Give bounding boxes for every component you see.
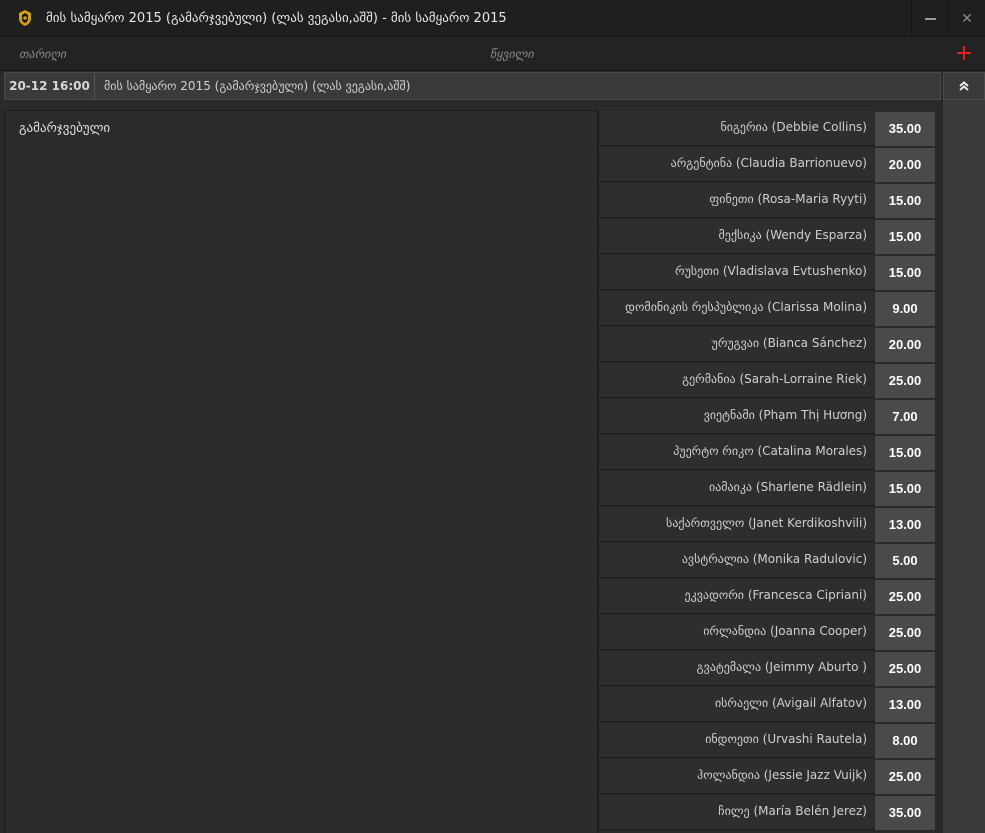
- selection-name: ნიგერია (Debbie Collins): [598, 111, 874, 146]
- selection-row: ჰოლანდია (Jessie Jazz Vuijk) 25.00: [598, 759, 938, 795]
- selection-row: პუერტო რიკო (Catalina Morales) 15.00: [598, 435, 938, 471]
- event-name: მის სამყარო 2015 (გამარჯვებული) (ლას ვეგ…: [104, 79, 411, 93]
- odds-button[interactable]: 20.00: [875, 328, 935, 362]
- title-bar: მის სამყარო 2015 (გამარჯვებული) (ლას ვეგ…: [0, 0, 985, 37]
- selection-row: ურუგვაი (Bianca Sánchez) 20.00: [598, 327, 938, 363]
- odds-button[interactable]: 25.00: [875, 760, 935, 794]
- odds-button[interactable]: 25.00: [875, 616, 935, 650]
- odds-button[interactable]: 25.00: [875, 652, 935, 686]
- selection-name: გვატემალა (Jeimmy Aburto ): [598, 651, 874, 686]
- selection-row: მექსიკა (Wendy Esparza) 15.00: [598, 219, 938, 255]
- selection-name: არგენტინა (Claudia Barrionuevo): [598, 147, 874, 182]
- scroll-strip: [943, 100, 985, 833]
- selection-row: ისრაელი (Avigail Alfatov) 13.00: [598, 687, 938, 723]
- odds-button[interactable]: 25.00: [875, 580, 935, 614]
- odds-button[interactable]: 13.00: [875, 508, 935, 542]
- selection-row: დომინიკის რესპუბლიკა (Clarissa Molina) 9.…: [598, 291, 938, 327]
- selection-row: ჩილე (María Belén Jerez) 35.00: [598, 795, 938, 831]
- odds-button[interactable]: 9.00: [875, 292, 935, 326]
- event-row[interactable]: 20-12 16:00 მის სამყარო 2015 (გამარჯვებუ…: [4, 72, 941, 100]
- window-controls: ✕: [911, 0, 985, 37]
- odds-button[interactable]: 5.00: [875, 544, 935, 578]
- selection-row: ინდოეთი (Urvashi Rautela) 8.00: [598, 723, 938, 759]
- odds-button[interactable]: 15.00: [875, 472, 935, 506]
- selection-row: იამაიკა (Sharlene Rädlein) 15.00: [598, 471, 938, 507]
- odds-button[interactable]: 15.00: [875, 436, 935, 470]
- selection-name: ავსტრალია (Monika Radulovic): [598, 543, 874, 578]
- collapse-button[interactable]: [943, 72, 985, 100]
- odds-button[interactable]: 20.00: [875, 148, 935, 182]
- odds-button[interactable]: 15.00: [875, 220, 935, 254]
- add-icon[interactable]: [955, 44, 973, 62]
- selection-row: გერმანია (Sarah-Lorraine Riek) 25.00: [598, 363, 938, 399]
- selection-name: ეკვადორი (Francesca Cipriani): [598, 579, 874, 614]
- selection-row: საქართველო (Janet Kerdikoshvili) 13.00: [598, 507, 938, 543]
- selection-row: არგენტინა (Claudia Barrionuevo) 20.00: [598, 147, 938, 183]
- selection-row: გვატემალა (Jeimmy Aburto ) 25.00: [598, 651, 938, 687]
- selection-row: ფინეთი (Rosa-Maria Ryyti) 15.00: [598, 183, 938, 219]
- column-date-label: თარიღი: [19, 47, 67, 61]
- selection-name: პუერტო რიკო (Catalina Morales): [598, 435, 874, 470]
- selection-name: ფინეთი (Rosa-Maria Ryyti): [598, 183, 874, 218]
- crest-logo-icon: [19, 10, 31, 26]
- odds-button[interactable]: 15.00: [875, 256, 935, 290]
- selection-name: ირლანდია (Joanna Cooper): [598, 615, 874, 650]
- column-header: თარიღი წყვილი: [0, 38, 985, 71]
- selection-name: ჩილე (María Belén Jerez): [598, 795, 874, 830]
- odds-button[interactable]: 7.00: [875, 400, 935, 434]
- odds-button[interactable]: 8.00: [875, 724, 935, 758]
- selection-row: ეკვადორი (Francesca Cipriani) 25.00: [598, 579, 938, 615]
- selection-row: ნიგერია (Debbie Collins) 35.00: [598, 111, 938, 147]
- selection-name: დომინიკის რესპუბლიკა (Clarissa Molina): [598, 291, 874, 326]
- selection-name: რუსეთი (Vladislava Evtushenko): [598, 255, 874, 290]
- selection-name: ვიეტნამი (Phạm Thị Hương): [598, 399, 874, 434]
- odds-button[interactable]: 35.00: [875, 796, 935, 830]
- selection-name: გერმანია (Sarah-Lorraine Riek): [598, 363, 874, 398]
- event-time: 20-12 16:00: [5, 73, 95, 99]
- odds-button[interactable]: 25.00: [875, 364, 935, 398]
- selection-row: რუსეთი (Vladislava Evtushenko) 15.00: [598, 255, 938, 291]
- selection-row: ირლანდია (Joanna Cooper) 25.00: [598, 615, 938, 651]
- selection-name: ინდოეთი (Urvashi Rautela): [598, 723, 874, 758]
- minimize-button[interactable]: [911, 0, 948, 37]
- selection-name: ჰოლანდია (Jessie Jazz Vuijk): [598, 759, 874, 794]
- market-label: გამარჯვებული: [19, 121, 111, 136]
- window-title: მის სამყარო 2015 (გამარჯვებული) (ლას ვეგ…: [46, 10, 507, 26]
- selection-name: ურუგვაი (Bianca Sánchez): [598, 327, 874, 362]
- selection-list: ნიგერია (Debbie Collins) 35.00 არგენტინა (…: [598, 111, 938, 831]
- minimize-icon: [924, 17, 936, 20]
- market-panel: გამარჯვებული: [4, 110, 598, 833]
- selection-row: ვიეტნამი (Phạm Thị Hương) 7.00: [598, 399, 938, 435]
- selection-name: მექსიკა (Wendy Esparza): [598, 219, 874, 254]
- double-chevron-up-icon: [959, 81, 969, 91]
- close-icon: ✕: [961, 10, 973, 27]
- odds-button[interactable]: 13.00: [875, 688, 935, 722]
- column-market-label: წყვილი: [490, 47, 534, 61]
- odds-button[interactable]: 35.00: [875, 112, 935, 146]
- selection-name: იამაიკა (Sharlene Rädlein): [598, 471, 874, 506]
- selection-name: საქართველო (Janet Kerdikoshvili): [598, 507, 874, 542]
- selection-name: ისრაელი (Avigail Alfatov): [598, 687, 874, 722]
- close-button[interactable]: ✕: [948, 0, 985, 37]
- selection-row: ავსტრალია (Monika Radulovic) 5.00: [598, 543, 938, 579]
- odds-button[interactable]: 15.00: [875, 184, 935, 218]
